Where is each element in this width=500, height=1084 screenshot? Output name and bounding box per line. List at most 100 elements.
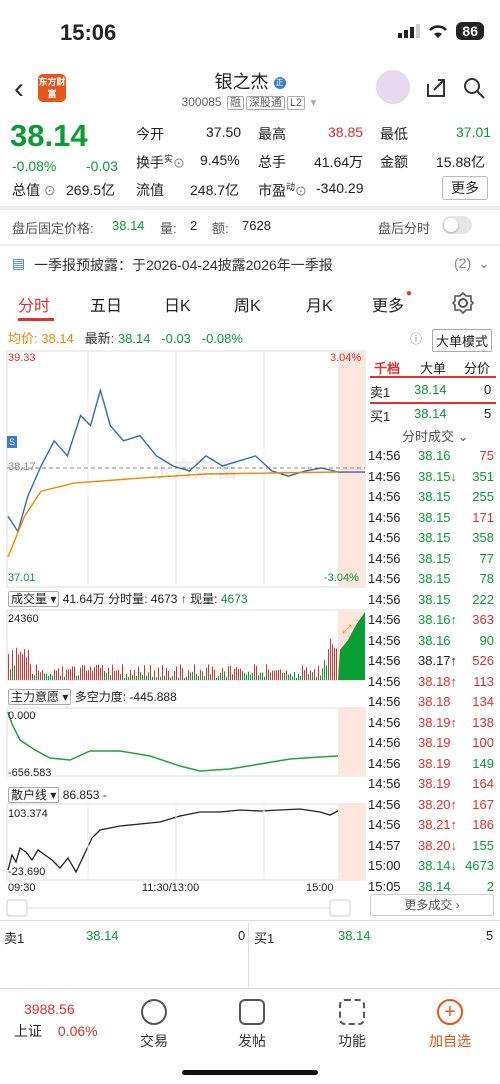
volume-bar bbox=[288, 674, 289, 680]
volume-bar bbox=[88, 670, 89, 680]
notice-bar[interactable]: ▤ 一季报预披露：于2026-04-24披露2026年一季报 (2) ⌄ bbox=[0, 250, 500, 278]
volume-bar bbox=[160, 676, 161, 680]
tab-intraday[interactable]: 分时 bbox=[18, 292, 50, 316]
volume-bar bbox=[272, 670, 273, 680]
ob-sell-qty: 0 bbox=[238, 928, 246, 943]
mainforce-panel-frame bbox=[6, 707, 366, 777]
mainforce-dropdown[interactable]: 主力意愿 ▾ bbox=[8, 689, 72, 705]
chevron-down-icon[interactable]: ▼ bbox=[309, 98, 319, 109]
volume-bar bbox=[262, 672, 263, 680]
trade-price: 38.14↓ bbox=[418, 858, 458, 873]
trade-qty: 4673 bbox=[465, 858, 494, 873]
volume-max-label: 24360 bbox=[8, 613, 39, 625]
more-trades-button[interactable]: 更多成交 › bbox=[370, 894, 494, 916]
trade-price: 38.16 bbox=[418, 632, 451, 648]
latest-pct: -0.08% bbox=[201, 331, 243, 346]
volume-bar bbox=[178, 677, 179, 680]
notice-text: 一季报预披露：于2026-04-24披露2026年一季报 bbox=[34, 257, 333, 273]
volume-bar bbox=[50, 673, 51, 680]
volume-bar bbox=[298, 673, 299, 680]
settings-icon[interactable] bbox=[452, 292, 474, 314]
orderbook-strip: 卖1 38.14 0 买1 38.14 5 bbox=[0, 920, 500, 989]
trade-price: 38.21↑ bbox=[418, 817, 458, 832]
volume-bar bbox=[20, 651, 21, 680]
scroll-handle-left[interactable] bbox=[6, 899, 28, 917]
price-mid-label: 38.17 bbox=[8, 461, 36, 473]
side-tab-bigorder[interactable]: 大单 bbox=[420, 358, 446, 377]
latest-value: 38.14 bbox=[117, 331, 151, 346]
scroll-handle-right[interactable] bbox=[329, 899, 351, 917]
volume-bar bbox=[192, 671, 193, 680]
add-watchlist-button[interactable]: + 加自选 bbox=[410, 999, 490, 1051]
trade-qty: 363 bbox=[472, 612, 494, 627]
mainforce-top-label: 0.000 bbox=[8, 710, 36, 722]
chevron-down-icon: ⌄ bbox=[457, 429, 469, 444]
avatar[interactable] bbox=[376, 70, 410, 104]
search-icon[interactable] bbox=[462, 76, 486, 100]
volume-bar bbox=[226, 676, 227, 680]
trade-time: 14:56 bbox=[368, 489, 401, 504]
trade-button[interactable]: 交易 bbox=[114, 999, 194, 1051]
trade-qty: 149 bbox=[472, 755, 494, 771]
retail-dropdown[interactable]: 散户线 ▾ bbox=[8, 787, 60, 803]
latest-label: 最新: bbox=[84, 331, 115, 346]
volume-bar bbox=[154, 670, 155, 680]
info-icon[interactable]: ⊙ bbox=[173, 155, 185, 171]
info-icon[interactable]: ⊙ bbox=[44, 182, 56, 198]
volume-bar bbox=[16, 647, 17, 680]
volume-bar bbox=[268, 669, 269, 680]
volume-bar bbox=[212, 666, 213, 680]
afterhours-shade bbox=[338, 351, 365, 587]
chart-tabs: 分时 五日 日K 周K 月K 更多 ● bbox=[0, 284, 500, 324]
chevron-down-icon[interactable]: ⌄ bbox=[478, 255, 490, 272]
tab-weekly-k[interactable]: 周K bbox=[234, 292, 261, 316]
more-button[interactable]: 更多 bbox=[442, 176, 488, 200]
share-icon[interactable] bbox=[424, 76, 448, 100]
side-tab-levels[interactable]: 千档 bbox=[374, 358, 400, 377]
afterhours-qty-label: 量: bbox=[160, 221, 177, 236]
more-trades-label: 更多成交 bbox=[404, 898, 453, 912]
info-icon[interactable]: ⊙ bbox=[295, 183, 307, 199]
volume-dropdown[interactable]: 成交量 ▾ bbox=[8, 591, 60, 607]
trade-row: 14:56 38.18↑ 113 bbox=[366, 674, 496, 695]
volume-bar bbox=[180, 664, 181, 680]
trade-time: 15:00 bbox=[368, 858, 401, 873]
volume-now-label: 现量: bbox=[190, 592, 218, 606]
sell-marker[interactable]: S bbox=[7, 436, 17, 448]
volume-bar bbox=[168, 670, 169, 680]
tab-daily-k[interactable]: 日K bbox=[164, 292, 191, 316]
trade-qty: 171 bbox=[472, 509, 494, 525]
turnover-sup: 实 bbox=[164, 154, 174, 164]
intraday-chart[interactable] bbox=[0, 350, 366, 920]
side-tab-price[interactable]: 分价 bbox=[464, 358, 490, 377]
expand-icon[interactable]: ⤢ bbox=[342, 622, 352, 637]
help-icon[interactable]: ⓘ bbox=[410, 330, 422, 347]
tab-five-day[interactable]: 五日 bbox=[90, 292, 122, 316]
trade-row: 14:56 38.15 358 bbox=[366, 530, 496, 551]
volume-bar bbox=[24, 649, 25, 680]
volume-bar bbox=[274, 670, 275, 680]
trade-row: 14:56 38.16 75 bbox=[366, 448, 496, 469]
big-order-mode-button[interactable]: 大单模式 bbox=[432, 329, 493, 352]
afterhours-toggle[interactable] bbox=[442, 216, 472, 234]
volume-bar bbox=[64, 676, 65, 680]
index-widget[interactable]: 3988.56 上证 0.06% bbox=[14, 1001, 104, 1041]
tab-more[interactable]: 更多 bbox=[372, 292, 404, 316]
change-amount: -0.03 bbox=[86, 158, 118, 174]
volume-label: 总手 bbox=[258, 154, 286, 170]
volume-bar bbox=[82, 665, 83, 680]
afterhours-shade bbox=[338, 804, 365, 880]
volume-bar bbox=[328, 649, 329, 680]
function-button[interactable]: 功能 bbox=[312, 999, 392, 1051]
volume-bar bbox=[148, 672, 149, 680]
mainforce-label: 多空力度: bbox=[74, 690, 127, 704]
volume-bar bbox=[302, 665, 303, 680]
volume-bar bbox=[150, 665, 151, 680]
volume-bar bbox=[120, 674, 121, 680]
tab-monthly-k[interactable]: 月K bbox=[306, 292, 333, 316]
volume-bar bbox=[30, 664, 31, 680]
trade-row: 14:56 38.18 134 bbox=[366, 694, 496, 715]
volume-value: 41.64万 bbox=[314, 154, 364, 170]
post-button[interactable]: 发帖 bbox=[212, 999, 292, 1051]
trades-title[interactable]: 分时成交 ⌄ bbox=[402, 426, 469, 445]
